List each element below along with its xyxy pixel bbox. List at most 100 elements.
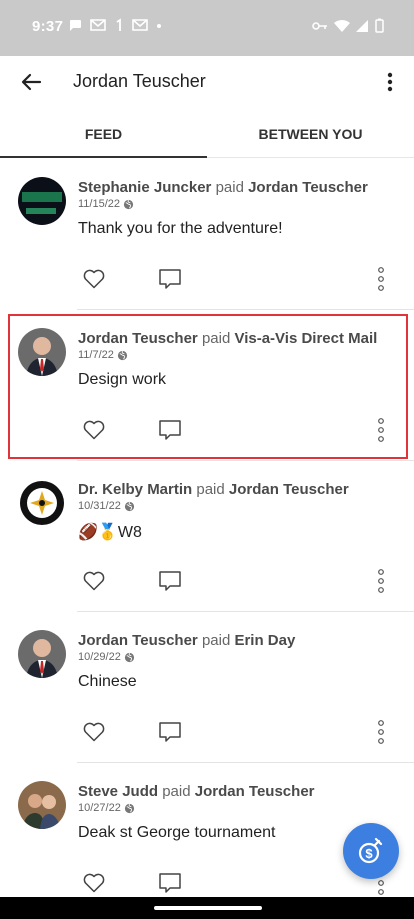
payee-name[interactable]: Erin Day	[234, 632, 295, 649]
tab-feed[interactable]: FEED	[0, 108, 207, 158]
tab-bar: FEED BETWEEN YOU	[0, 108, 414, 158]
transaction-date: 10/29/22	[78, 651, 121, 663]
heart-icon	[83, 722, 105, 742]
arrow-left-icon	[21, 73, 42, 91]
payee-name[interactable]: Jordan Teuscher	[229, 481, 349, 498]
item-options-button[interactable]	[376, 567, 386, 595]
one-icon	[116, 18, 121, 31]
transaction-feed: Stephanie Juncker paid Jordan Teuscher 1…	[0, 159, 414, 914]
transaction-date: 11/15/22	[78, 198, 121, 210]
transaction-verb: paid	[215, 179, 244, 196]
heart-icon	[83, 269, 105, 289]
like-button[interactable]	[82, 418, 106, 442]
item-options-button[interactable]	[376, 718, 386, 746]
more-vertical-outline-icon	[378, 569, 384, 593]
transaction-date: 10/31/22	[78, 500, 121, 512]
avatar[interactable]	[18, 781, 66, 829]
gmail-icon	[132, 19, 148, 31]
transaction-title: Jordan Teuscher paid Vis-a-Vis Direct Ma…	[78, 330, 404, 347]
feed-item[interactable]: Stephanie Juncker paid Jordan Teuscher 1…	[0, 159, 414, 310]
like-button[interactable]	[82, 267, 106, 291]
feed-item[interactable]: Jordan Teuscher paid Vis-a-Vis Direct Ma…	[0, 310, 414, 461]
transaction-title: Dr. Kelby Martin paid Jordan Teuscher	[78, 481, 404, 498]
transaction-verb: paid	[162, 783, 191, 800]
payment-note: Design work	[78, 371, 167, 388]
pay-request-button[interactable]: $	[343, 823, 399, 879]
payer-name[interactable]: Stephanie Juncker	[78, 179, 211, 196]
home-handle[interactable]	[154, 906, 262, 910]
avatar[interactable]	[18, 479, 66, 527]
signal-icon	[356, 19, 368, 32]
item-actions	[78, 265, 394, 295]
more-vertical-outline-icon	[378, 267, 384, 291]
comment-button[interactable]	[158, 569, 182, 593]
notification-icons	[68, 18, 162, 32]
transaction-title: Stephanie Juncker paid Jordan Teuscher	[78, 179, 404, 196]
status-time: 9:37	[32, 18, 64, 35]
payer-name[interactable]: Jordan Teuscher	[78, 330, 198, 347]
payer-name[interactable]: Steve Judd	[78, 783, 158, 800]
payment-note: Thank you for the adventure!	[78, 220, 283, 237]
avatar[interactable]	[18, 328, 66, 376]
transaction-title: Jordan Teuscher paid Erin Day	[78, 632, 404, 649]
more-options-button[interactable]	[380, 68, 400, 96]
transaction-verb: paid	[201, 330, 231, 347]
heart-icon	[83, 571, 105, 591]
payer-name[interactable]: Dr. Kelby Martin	[78, 481, 192, 498]
transaction-verb: paid	[196, 481, 225, 498]
wifi-icon	[334, 19, 350, 32]
comment-button[interactable]	[158, 871, 182, 895]
transaction-date-row: 10/29/22	[78, 651, 135, 663]
heart-icon	[83, 420, 105, 440]
payee-name[interactable]: Vis-a-Vis Direct Mail	[234, 330, 377, 347]
item-options-button[interactable]	[376, 416, 386, 444]
like-button[interactable]	[82, 871, 106, 895]
comment-icon	[159, 873, 181, 893]
avatar[interactable]	[18, 630, 66, 678]
payee-name[interactable]: Jordan Teuscher	[248, 179, 368, 196]
back-button[interactable]	[18, 68, 46, 96]
payee-name[interactable]: Jordan Teuscher	[195, 783, 315, 800]
globe-icon	[123, 199, 134, 209]
item-options-button[interactable]	[376, 265, 386, 293]
payment-note: Chinese	[78, 673, 137, 690]
more-vertical-icon	[387, 72, 393, 92]
payer-name[interactable]: Jordan Teuscher	[78, 632, 198, 649]
like-button[interactable]	[82, 720, 106, 744]
feed-item[interactable]: Dr. Kelby Martin paid Jordan Teuscher 10…	[0, 461, 414, 612]
transaction-date-row: 11/7/22	[78, 349, 128, 361]
system-icons	[312, 18, 384, 33]
more-vertical-outline-icon	[378, 720, 384, 744]
transaction-title: Steve Judd paid Jordan Teuscher	[78, 783, 404, 800]
item-actions	[78, 718, 394, 748]
comment-button[interactable]	[158, 267, 182, 291]
vpn-key-icon	[312, 21, 327, 30]
page-title: Jordan Teuscher	[73, 71, 206, 91]
payment-note: Deak st George tournament	[78, 824, 276, 841]
comment-icon	[159, 571, 181, 591]
globe-icon	[117, 350, 127, 360]
comment-icon	[159, 420, 181, 440]
pay-request-icon: $	[358, 837, 383, 864]
transaction-date-row: 10/27/22	[78, 802, 135, 814]
heart-icon	[83, 873, 105, 893]
globe-icon	[124, 652, 134, 662]
like-button[interactable]	[82, 569, 106, 593]
tab-between-you[interactable]: BETWEEN YOU	[207, 108, 414, 157]
transaction-date: 10/27/22	[78, 802, 121, 814]
feed-item[interactable]: Jordan Teuscher paid Erin Day 10/29/22 C…	[0, 612, 414, 763]
more-vertical-outline-icon	[378, 418, 384, 442]
battery-icon	[375, 18, 384, 33]
transaction-date-row: 10/31/22	[78, 500, 135, 512]
comment-icon	[159, 722, 181, 742]
comment-button[interactable]	[158, 418, 182, 442]
gmail-icon	[90, 19, 106, 31]
system-navigation-bar	[0, 897, 414, 919]
transaction-date: 11/7/22	[78, 349, 114, 361]
svg-text:$: $	[365, 846, 373, 861]
avatar[interactable]	[18, 177, 66, 225]
globe-icon	[124, 501, 134, 511]
payment-note: 🏈🥇W8	[78, 524, 142, 541]
globe-icon	[124, 803, 134, 813]
comment-button[interactable]	[158, 720, 182, 744]
